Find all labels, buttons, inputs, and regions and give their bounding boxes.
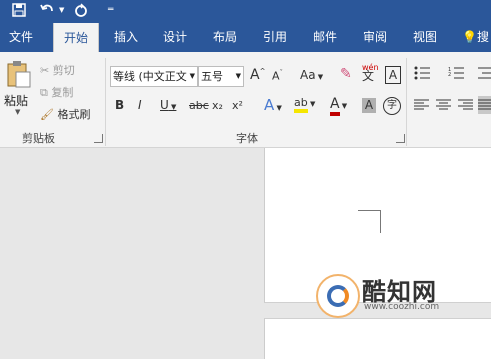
watermark-url: www.coozhi.com — [364, 302, 440, 312]
multilevel-list-button[interactable] — [478, 66, 491, 83]
superscript-button[interactable]: x² — [232, 99, 243, 112]
font-color-button[interactable]: A ▼ — [330, 96, 347, 116]
italic-button[interactable]: I — [138, 98, 142, 112]
bullets-button[interactable] — [414, 66, 432, 83]
italic-label: I — [138, 98, 142, 112]
character-border-button[interactable]: A — [385, 66, 401, 84]
font-color-label: A — [330, 96, 340, 116]
subscript-label: x₂ — [212, 99, 223, 112]
text-effects-label: A — [264, 96, 275, 114]
character-shading-button[interactable]: A — [362, 98, 376, 113]
numbering-icon: 12 — [448, 67, 464, 79]
font-group-label: 字体 — [236, 132, 258, 145]
separator — [406, 58, 407, 146]
scissors-icon: ✂ — [40, 64, 50, 77]
cut-button[interactable]: ✂ 剪切 — [40, 62, 75, 78]
tab-layout[interactable]: 布局 — [213, 22, 237, 52]
paste-label: 粘贴 — [4, 94, 29, 108]
change-case-button[interactable]: Aa ▼ — [300, 68, 323, 82]
tab-references[interactable]: 引用 — [263, 22, 287, 52]
document-page-next[interactable] — [264, 318, 491, 359]
subscript-button[interactable]: x₂ — [212, 99, 223, 112]
tab-file[interactable]: 文件 — [9, 22, 33, 52]
tab-home[interactable]: 开始 — [53, 23, 100, 52]
paste-icon — [7, 61, 31, 88]
strikethrough-button[interactable]: abc — [189, 99, 209, 112]
undo-icon[interactable] — [40, 0, 58, 20]
align-left-icon — [414, 99, 429, 110]
enclose-characters-button[interactable]: 字 — [383, 97, 401, 115]
customize-qat-icon[interactable]: ═ — [108, 0, 113, 20]
justify-icon — [478, 99, 491, 110]
align-right-icon — [458, 99, 473, 110]
align-center-button[interactable] — [436, 99, 452, 114]
undo-dropdown-icon[interactable]: ▼ — [59, 0, 64, 20]
copy-icon: ⧉ — [40, 86, 48, 99]
clipboard-dialog-launcher[interactable] — [94, 134, 103, 143]
justify-button[interactable] — [478, 96, 491, 114]
paintbrush-icon: 🖌 — [40, 108, 54, 121]
format-painter-label: 格式刷 — [57, 108, 91, 121]
tab-mailings[interactable]: 邮件 — [313, 22, 337, 52]
ribbon-home: 粘贴 ▼ ✂ 剪切 ⧉ 复制 🖌 格式刷 剪贴板 等线 (中文正文 ▼ 五号 ▼… — [0, 52, 491, 148]
shrink-font-label: A — [272, 69, 280, 83]
chevron-down-icon: ▼ — [235, 72, 241, 80]
shrink-font-button[interactable]: Aˇ — [272, 69, 283, 83]
paste-dropdown-icon[interactable]: ▼ — [15, 108, 20, 116]
underline-button[interactable]: U ▼ — [160, 98, 176, 112]
align-center-icon — [436, 99, 451, 110]
align-right-button[interactable] — [458, 99, 474, 114]
copy-button[interactable]: ⧉ 复制 — [40, 84, 73, 100]
numbering-button[interactable]: 12 — [448, 66, 466, 83]
watermark-logo: 酷知网 www.coozhi.com — [316, 270, 476, 322]
lightbulb-icon: 💡 — [462, 30, 477, 44]
text-effects-button[interactable]: A ▼ — [264, 96, 282, 114]
grow-font-button[interactable]: A^ — [250, 67, 265, 83]
ribbon-tabs: 文件 开始 插入 设计 布局 引用 邮件 审阅 视图 💡搜 — [0, 22, 491, 52]
font-size-value: 五号 — [201, 70, 223, 83]
chevron-down-icon: ▼ — [189, 72, 195, 80]
bullets-icon — [414, 66, 430, 80]
paste-button[interactable]: 粘贴 ▼ — [4, 60, 34, 120]
font-dialog-launcher[interactable] — [396, 134, 405, 143]
underline-label: U — [160, 98, 169, 112]
tab-design[interactable]: 设计 — [163, 22, 187, 52]
tell-me-label: 搜 — [476, 30, 489, 44]
eraser-icon: ✎ — [340, 66, 352, 82]
border-char-label: A — [388, 68, 398, 82]
font-name-select[interactable]: 等线 (中文正文 ▼ — [110, 66, 198, 87]
align-left-button[interactable] — [414, 99, 430, 114]
tell-me-search[interactable]: 💡搜 — [462, 22, 489, 52]
superscript-label: x² — [232, 99, 243, 112]
quick-access-toolbar: ▼ ═ — [0, 0, 491, 22]
phonetic-guide-button[interactable]: wén 文 — [362, 63, 379, 82]
separator — [105, 58, 106, 146]
format-painter-button[interactable]: 🖌 格式刷 — [40, 106, 90, 122]
font-size-select[interactable]: 五号 ▼ — [198, 66, 244, 87]
highlight-label: ab — [294, 96, 308, 113]
svg-text:2: 2 — [448, 72, 451, 78]
font-name-value: 等线 (中文正文 — [113, 70, 187, 83]
tab-insert[interactable]: 插入 — [114, 22, 138, 52]
highlight-button[interactable]: ab ▼ — [294, 96, 315, 113]
copy-label: 复制 — [51, 86, 74, 99]
change-case-label: Aa — [300, 68, 316, 82]
redo-icon[interactable] — [74, 0, 90, 20]
coozhi-logo-icon — [316, 274, 360, 318]
enclose-label: 字 — [387, 100, 397, 111]
cut-label: 剪切 — [52, 64, 75, 77]
grow-font-label: A — [250, 67, 260, 83]
bold-button[interactable]: B — [115, 98, 124, 112]
strikethrough-label: abc — [189, 99, 209, 112]
tab-review[interactable]: 审阅 — [363, 22, 387, 52]
save-icon[interactable] — [12, 0, 28, 20]
clipboard-group-label: 剪贴板 — [22, 132, 55, 145]
clear-formatting-button[interactable]: ✎ — [340, 66, 352, 82]
bold-label: B — [115, 98, 125, 112]
margin-corner-mark — [358, 210, 381, 233]
shading-label: A — [364, 98, 374, 112]
tab-view[interactable]: 视图 — [413, 22, 437, 52]
multilevel-list-icon — [478, 67, 491, 79]
